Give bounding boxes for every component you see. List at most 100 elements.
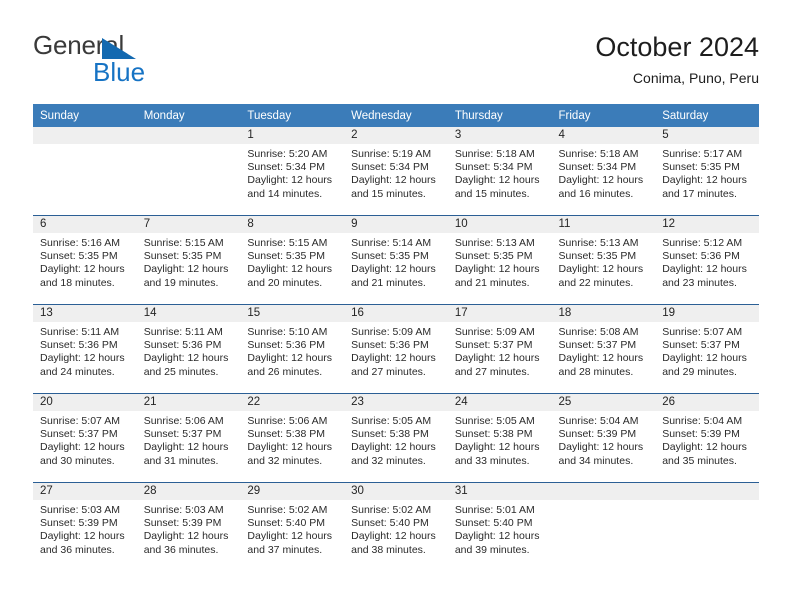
calendar-day-cell[interactable]: 21 Sunrise: 5:06 AM Sunset: 5:37 PM Dayligh… bbox=[136, 393, 241, 483]
calendar-day-cell[interactable]: 19 Sunrise: 5:07 AM Sunset: 5:37 PM Dayligh… bbox=[655, 304, 759, 394]
daylight-text-line2: and 35 minutes. bbox=[662, 454, 737, 467]
daylight-text-line1: Daylight: 12 hours bbox=[247, 352, 333, 365]
sunrise-text: Sunrise: 5:17 AM bbox=[662, 148, 743, 160]
calendar-day-cell[interactable]: 10 Sunrise: 5:13 AM Sunset: 5:35 PM Dayligh… bbox=[447, 215, 552, 305]
calendar-day-cell[interactable]: 8 Sunrise: 5:15 AM Sunset: 5:35 PM Daylight… bbox=[240, 215, 345, 305]
calendar-day-cell[interactable]: 9 Sunrise: 5:14 AM Sunset: 5:35 PM Daylight… bbox=[344, 215, 448, 305]
day-cell-details: Sunrise: 5:20 AM Sunset: 5:34 PM Daylight:… bbox=[240, 144, 344, 215]
daylight-text-line2: and 32 minutes. bbox=[247, 454, 323, 467]
calendar-day-cell[interactable]: 5 Sunrise: 5:17 AM Sunset: 5:35 PM Daylight… bbox=[655, 127, 759, 216]
calendar-day-cell[interactable]: 12 Sunrise: 5:12 AM Sunset: 5:36 PM Dayligh… bbox=[655, 215, 759, 305]
calendar-day-cell[interactable]: 1 Sunrise: 5:20 AM Sunset: 5:34 PM Daylight… bbox=[240, 127, 345, 216]
day-cell-details: Sunrise: 5:06 AM Sunset: 5:37 PM Daylight:… bbox=[137, 411, 241, 482]
calendar-day-cell[interactable]: 25 Sunrise: 5:04 AM Sunset: 5:39 PM Dayligh… bbox=[551, 393, 656, 483]
day-cell-details: Sunrise: 5:02 AM Sunset: 5:40 PM Daylight:… bbox=[240, 500, 344, 571]
daylight-text-line2: and 20 minutes. bbox=[247, 276, 323, 289]
brand-logo[interactable]: General Blue bbox=[33, 30, 273, 92]
sunrise-text: Sunrise: 5:13 AM bbox=[454, 237, 535, 249]
calendar-day-cell[interactable]: 11 Sunrise: 5:13 AM Sunset: 5:35 PM Dayligh… bbox=[551, 215, 656, 305]
sunset-text: Sunset: 5:35 PM bbox=[454, 250, 533, 263]
calendar-day-cell[interactable]: 16 Sunrise: 5:09 AM Sunset: 5:36 PM Dayligh… bbox=[344, 304, 448, 394]
day-cell-details: Sunrise: 5:15 AM Sunset: 5:35 PM Daylight:… bbox=[137, 233, 241, 304]
sunset-text: Sunset: 5:36 PM bbox=[143, 339, 222, 352]
day-cell-details: Sunrise: 5:18 AM Sunset: 5:34 PM Daylight:… bbox=[552, 144, 656, 215]
calendar-day-cell[interactable]: 2 Sunrise: 5:19 AM Sunset: 5:34 PM Daylight… bbox=[344, 127, 448, 216]
daylight-text-line1: Daylight: 12 hours bbox=[351, 441, 436, 454]
calendar-day-cell[interactable]: 18 Sunrise: 5:08 AM Sunset: 5:37 PM Dayligh… bbox=[551, 304, 656, 394]
calendar-week-row: 20 Sunrise: 5:07 AM Sunset: 5:37 PM Dayligh… bbox=[33, 393, 759, 483]
day-cell-details bbox=[552, 500, 656, 571]
day-number: 25 bbox=[551, 394, 656, 411]
daylight-text-line2: and 21 minutes. bbox=[454, 276, 530, 289]
day-cell-details: Sunrise: 5:05 AM Sunset: 5:38 PM Daylight:… bbox=[448, 411, 552, 482]
calendar-page: General Blue October 2024 Conima, Puno, … bbox=[0, 0, 792, 612]
day-number: 14 bbox=[136, 305, 241, 322]
sunset-text: Sunset: 5:34 PM bbox=[454, 161, 533, 174]
sunrise-text: Sunrise: 5:06 AM bbox=[143, 415, 224, 427]
daylight-text-line1: Daylight: 12 hours bbox=[143, 441, 229, 454]
calendar-day-cell[interactable]: 29 Sunrise: 5:02 AM Sunset: 5:40 PM Dayligh… bbox=[240, 482, 345, 571]
daylight-text-line1: Daylight: 12 hours bbox=[558, 174, 644, 187]
calendar-day-cell[interactable]: 17 Sunrise: 5:09 AM Sunset: 5:37 PM Dayligh… bbox=[447, 304, 552, 394]
weekday-header-thursday: Thursday bbox=[447, 104, 552, 127]
calendar-day-cell[interactable]: 28 Sunrise: 5:03 AM Sunset: 5:39 PM Dayligh… bbox=[136, 482, 241, 571]
sunrise-text: Sunrise: 5:05 AM bbox=[454, 415, 535, 427]
weekday-header-wednesday: Wednesday bbox=[344, 104, 448, 127]
calendar-day-cell[interactable]: 15 Sunrise: 5:10 AM Sunset: 5:36 PM Dayligh… bbox=[240, 304, 345, 394]
calendar-day-cell[interactable]: 13 Sunrise: 5:11 AM Sunset: 5:36 PM Dayligh… bbox=[33, 304, 137, 394]
daylight-text-line1: Daylight: 12 hours bbox=[351, 263, 436, 276]
calendar-day-cell[interactable]: 27 Sunrise: 5:03 AM Sunset: 5:39 PM Dayligh… bbox=[33, 482, 137, 571]
sunset-text: Sunset: 5:39 PM bbox=[558, 428, 637, 441]
calendar-day-cell[interactable]: 26 Sunrise: 5:04 AM Sunset: 5:39 PM Dayligh… bbox=[655, 393, 759, 483]
day-cell-details: Sunrise: 5:03 AM Sunset: 5:39 PM Daylight:… bbox=[33, 500, 137, 571]
sunset-text: Sunset: 5:35 PM bbox=[40, 250, 118, 263]
day-number: 8 bbox=[240, 216, 345, 233]
calendar-day-cell[interactable]: 3 Sunrise: 5:18 AM Sunset: 5:34 PM Daylight… bbox=[447, 127, 552, 216]
calendar-day-cell[interactable]: 22 Sunrise: 5:06 AM Sunset: 5:38 PM Dayligh… bbox=[240, 393, 345, 483]
daylight-text-line2: and 26 minutes. bbox=[247, 365, 323, 378]
day-number bbox=[136, 127, 241, 144]
day-cell-details: Sunrise: 5:06 AM Sunset: 5:38 PM Daylight:… bbox=[240, 411, 344, 482]
sunset-text: Sunset: 5:39 PM bbox=[143, 517, 222, 530]
day-cell-details: Sunrise: 5:04 AM Sunset: 5:39 PM Daylight:… bbox=[552, 411, 656, 482]
daylight-text-line2: and 38 minutes. bbox=[351, 543, 426, 556]
day-number: 3 bbox=[447, 127, 552, 144]
day-cell-details: Sunrise: 5:09 AM Sunset: 5:37 PM Daylight:… bbox=[448, 322, 552, 393]
calendar-day-cell-empty bbox=[33, 127, 137, 216]
day-cell-details: Sunrise: 5:18 AM Sunset: 5:34 PM Daylight:… bbox=[448, 144, 552, 215]
calendar-day-cell[interactable]: 23 Sunrise: 5:05 AM Sunset: 5:38 PM Dayligh… bbox=[344, 393, 448, 483]
day-number bbox=[551, 483, 656, 500]
day-number bbox=[33, 127, 137, 144]
calendar-day-cell[interactable]: 7 Sunrise: 5:15 AM Sunset: 5:35 PM Daylight… bbox=[136, 215, 241, 305]
day-cell-details: Sunrise: 5:13 AM Sunset: 5:35 PM Daylight:… bbox=[448, 233, 552, 304]
day-number: 7 bbox=[136, 216, 241, 233]
calendar-day-cell[interactable]: 4 Sunrise: 5:18 AM Sunset: 5:34 PM Daylight… bbox=[551, 127, 656, 216]
daylight-text-line1: Daylight: 12 hours bbox=[143, 352, 229, 365]
day-cell-details: Sunrise: 5:04 AM Sunset: 5:39 PM Daylight:… bbox=[655, 411, 759, 482]
day-number: 20 bbox=[33, 394, 137, 411]
daylight-text-line2: and 14 minutes. bbox=[247, 187, 323, 200]
day-cell-details: Sunrise: 5:09 AM Sunset: 5:36 PM Daylight:… bbox=[344, 322, 448, 393]
sunset-text: Sunset: 5:35 PM bbox=[247, 250, 326, 263]
calendar-day-cell[interactable]: 6 Sunrise: 5:16 AM Sunset: 5:35 PM Daylight… bbox=[33, 215, 137, 305]
day-cell-details: Sunrise: 5:03 AM Sunset: 5:39 PM Daylight:… bbox=[137, 500, 241, 571]
sunset-text: Sunset: 5:38 PM bbox=[247, 428, 326, 441]
sunrise-text: Sunrise: 5:18 AM bbox=[558, 148, 639, 160]
sunrise-text: Sunrise: 5:04 AM bbox=[662, 415, 743, 427]
day-cell-details: Sunrise: 5:16 AM Sunset: 5:35 PM Daylight:… bbox=[33, 233, 137, 304]
calendar-day-cell-empty bbox=[655, 482, 759, 571]
calendar-day-cell[interactable]: 24 Sunrise: 5:05 AM Sunset: 5:38 PM Dayligh… bbox=[447, 393, 552, 483]
brand-logo-top-row: General bbox=[33, 30, 273, 60]
sunrise-text: Sunrise: 5:03 AM bbox=[40, 504, 120, 516]
calendar-day-cell[interactable]: 30 Sunrise: 5:02 AM Sunset: 5:40 PM Dayligh… bbox=[344, 482, 448, 571]
page-header: General Blue October 2024 Conima, Puno, … bbox=[33, 30, 759, 96]
calendar-day-cell[interactable]: 14 Sunrise: 5:11 AM Sunset: 5:36 PM Dayligh… bbox=[136, 304, 241, 394]
day-cell-details bbox=[33, 144, 137, 215]
day-cell-details: Sunrise: 5:19 AM Sunset: 5:34 PM Daylight:… bbox=[344, 144, 448, 215]
calendar-day-cell[interactable]: 31 Sunrise: 5:01 AM Sunset: 5:40 PM Dayligh… bbox=[447, 482, 552, 571]
weekday-header-tuesday: Tuesday bbox=[240, 104, 345, 127]
sunrise-text: Sunrise: 5:11 AM bbox=[40, 326, 120, 338]
sunset-text: Sunset: 5:34 PM bbox=[558, 161, 637, 174]
calendar-day-cell[interactable]: 20 Sunrise: 5:07 AM Sunset: 5:37 PM Dayligh… bbox=[33, 393, 137, 483]
day-cell-details: Sunrise: 5:08 AM Sunset: 5:37 PM Daylight:… bbox=[552, 322, 656, 393]
